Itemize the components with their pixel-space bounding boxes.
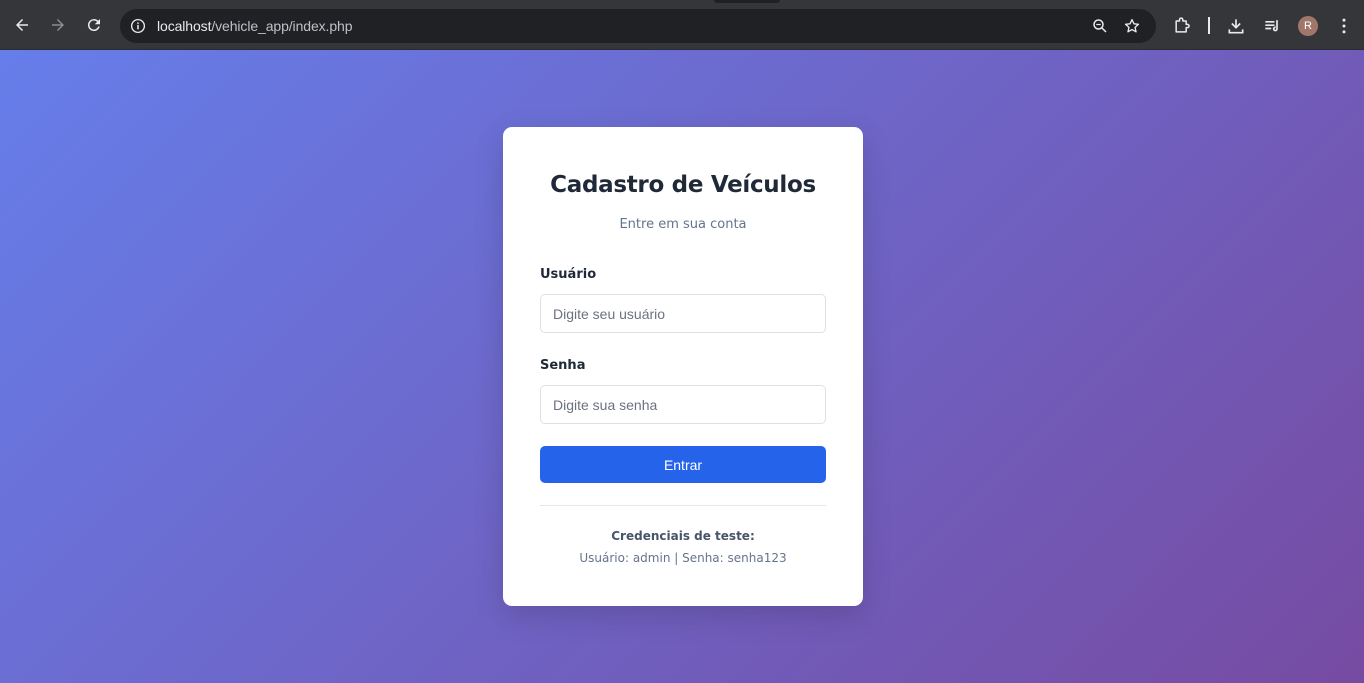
page-title: Cadastro de Veículos	[550, 172, 816, 198]
page-subtitle: Entre em sua conta	[619, 217, 747, 232]
extensions-icon[interactable]	[1172, 16, 1192, 36]
reload-icon	[87, 19, 100, 32]
address-bar[interactable]: localhost/vehicle_app/index.php	[120, 9, 1156, 43]
toolbar-divider	[1208, 17, 1210, 34]
password-input[interactable]	[540, 385, 826, 424]
tab-edge	[714, 0, 780, 3]
zoom-icon[interactable]	[1091, 17, 1109, 35]
username-label: Usuário	[540, 267, 597, 282]
login-button[interactable]: Entrar	[540, 446, 826, 483]
credentials-title: Credenciais de teste:	[611, 529, 755, 543]
username-input[interactable]	[540, 294, 826, 333]
reload-button[interactable]	[76, 7, 112, 43]
bookmark-star-icon[interactable]	[1123, 17, 1141, 35]
media-control-icon[interactable]	[1262, 16, 1282, 36]
site-info-icon[interactable]	[129, 17, 147, 35]
browser-toolbar: localhost/vehicle_app/index.php R	[0, 0, 1364, 50]
credentials-text: Usuário: admin | Senha: senha123	[579, 551, 787, 565]
password-label: Senha	[540, 358, 586, 373]
arrow-left-icon	[16, 19, 28, 31]
profile-avatar[interactable]: R	[1298, 16, 1318, 36]
arrow-right-icon	[52, 19, 64, 31]
back-button[interactable]	[4, 7, 40, 43]
menu-dots-icon[interactable]	[1334, 16, 1354, 36]
page-background: Cadastro de Veículos Entre em sua conta …	[0, 50, 1364, 683]
url-path: /vehicle_app/index.php	[211, 18, 353, 34]
forward-button[interactable]	[40, 7, 76, 43]
divider	[540, 505, 826, 506]
download-icon[interactable]	[1226, 16, 1246, 36]
login-card: Cadastro de Veículos Entre em sua conta …	[503, 127, 863, 606]
url-host: localhost	[157, 18, 212, 34]
url-text[interactable]: localhost/vehicle_app/index.php	[157, 18, 352, 34]
